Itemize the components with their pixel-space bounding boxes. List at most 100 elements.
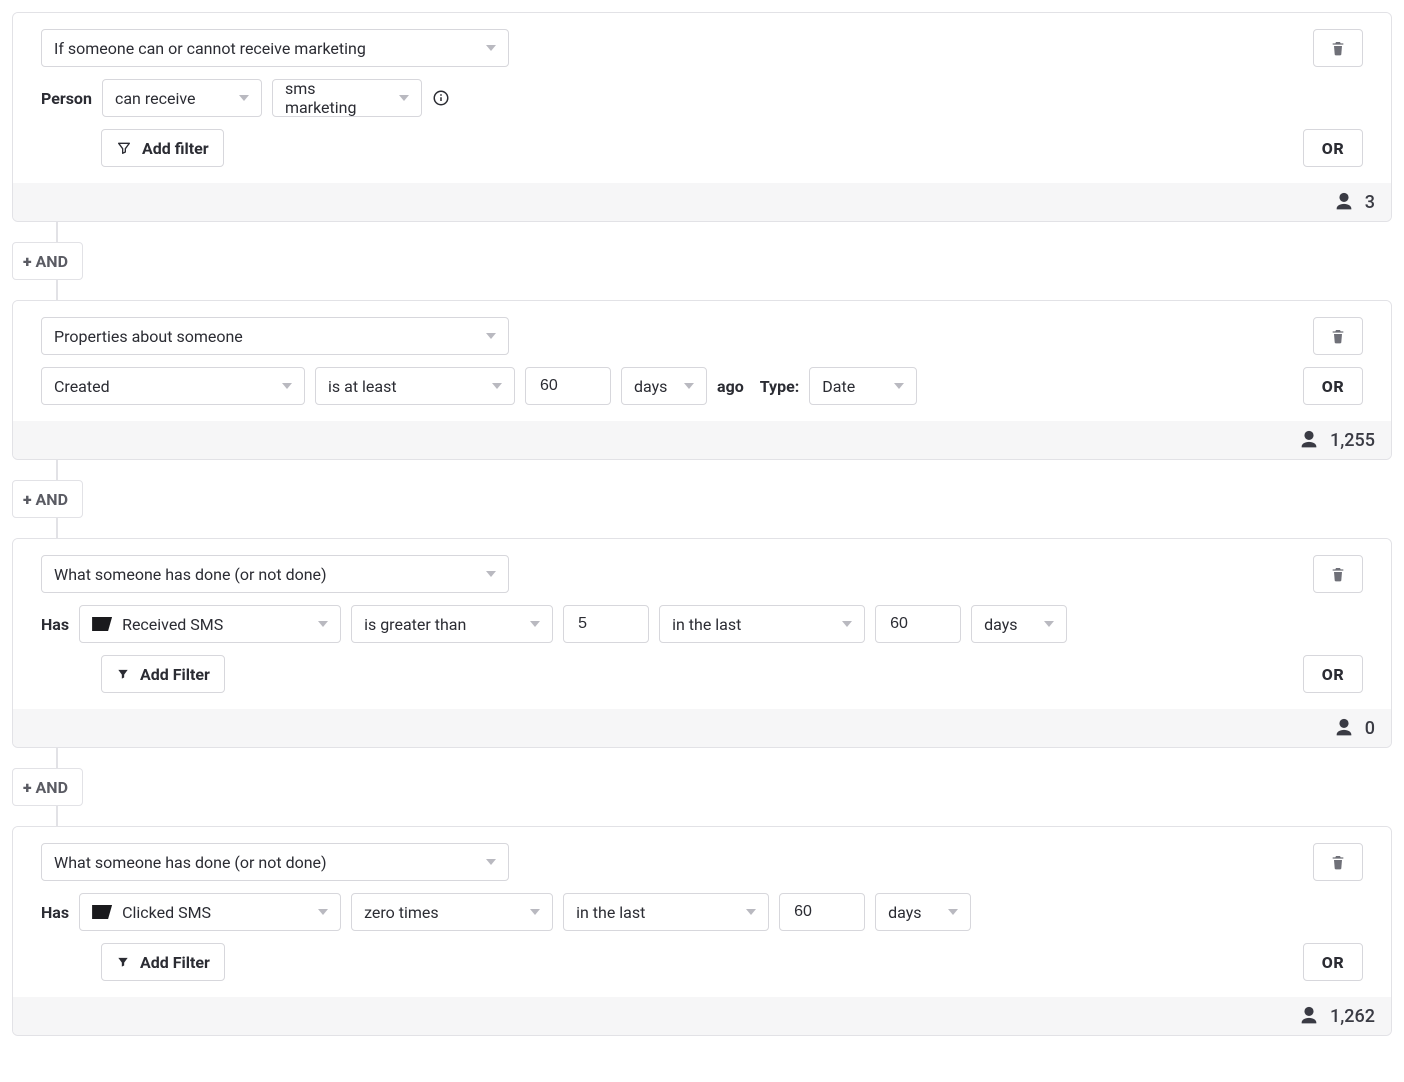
block-count-footer: 3 <box>13 183 1391 221</box>
property-select[interactable]: Created <box>41 367 305 405</box>
chevron-down-icon <box>239 95 249 101</box>
connector-line <box>56 222 1392 242</box>
select-value: What someone has done (or not done) <box>54 565 327 584</box>
delete-button[interactable] <box>1313 843 1363 881</box>
plus-icon: + <box>23 252 32 271</box>
chevron-down-icon <box>492 383 502 389</box>
trash-icon <box>1330 40 1346 56</box>
type-select[interactable]: Date <box>809 367 917 405</box>
chevron-down-icon <box>948 909 958 915</box>
add-filter-button[interactable]: Add Filter <box>101 655 225 693</box>
klaviyo-icon <box>92 905 112 919</box>
chevron-down-icon <box>684 383 694 389</box>
block-count-footer: 0 <box>13 709 1391 747</box>
operator-select[interactable]: is at least <box>315 367 515 405</box>
chevron-down-icon <box>318 909 328 915</box>
range-number-input-field[interactable] <box>888 606 948 642</box>
has-label: Has <box>41 903 69 922</box>
event-select[interactable]: Clicked SMS <box>79 893 341 931</box>
chevron-down-icon <box>842 621 852 627</box>
has-label: Has <box>41 615 69 634</box>
chevron-down-icon <box>894 383 904 389</box>
count-value: 3 <box>1365 192 1375 213</box>
chevron-down-icon <box>530 621 540 627</box>
and-button[interactable]: +AND <box>12 242 83 280</box>
chevron-down-icon <box>486 333 496 339</box>
filter-icon <box>116 667 130 681</box>
add-filter-label: Add Filter <box>140 953 210 972</box>
unit-select[interactable]: days <box>971 605 1067 643</box>
select-value: days <box>984 615 1017 634</box>
consent-select[interactable]: can receive <box>102 79 262 117</box>
event-select[interactable]: Received SMS <box>79 605 341 643</box>
condition-row: Personcan receivesms marketing <box>41 79 1363 117</box>
block-body: Properties about someone Created is at lea… <box>13 301 1391 421</box>
person-icon <box>1298 1005 1320 1027</box>
event-row: Has Clicked SMS zero times in the last days <box>41 893 1363 931</box>
consent-select[interactable]: sms marketing <box>272 79 422 117</box>
timerange-select[interactable]: in the last <box>659 605 865 643</box>
operator-select[interactable]: zero times <box>351 893 553 931</box>
and-connector-group: +AND <box>12 222 1392 300</box>
number-input-field[interactable] <box>538 368 598 404</box>
add-filter-row: Add Filter OR <box>101 943 1363 981</box>
person-icon <box>1333 191 1355 213</box>
range-number-input[interactable] <box>875 605 961 643</box>
connector-line <box>56 748 1392 768</box>
and-connector-group: +AND <box>12 748 1392 826</box>
number-input[interactable] <box>525 367 611 405</box>
chevron-down-icon <box>746 909 756 915</box>
count-input-field[interactable] <box>576 606 636 642</box>
connector-line <box>56 280 1392 300</box>
person-icon <box>1298 429 1320 451</box>
select-value: days <box>888 903 921 922</box>
delete-button[interactable] <box>1313 29 1363 67</box>
select-value: If someone can or cannot receive marketi… <box>54 39 366 58</box>
or-button[interactable]: OR <box>1303 367 1363 405</box>
definition-select[interactable]: What someone has done (or not done) <box>41 555 509 593</box>
definition-select[interactable]: Properties about someone <box>41 317 509 355</box>
operator-select[interactable]: is greater than <box>351 605 553 643</box>
person-icon <box>1333 717 1355 739</box>
or-slot: OR <box>1303 655 1363 693</box>
definition-select[interactable]: What someone has done (or not done) <box>41 843 509 881</box>
chevron-down-icon <box>486 859 496 865</box>
delete-button[interactable] <box>1313 317 1363 355</box>
block-count-footer: 1,255 <box>13 421 1391 459</box>
trash-icon <box>1330 854 1346 870</box>
range-number-input[interactable] <box>779 893 865 931</box>
or-button[interactable]: OR <box>1303 943 1363 981</box>
unit-select[interactable]: days <box>875 893 971 931</box>
and-button[interactable]: +AND <box>12 480 83 518</box>
delete-button[interactable] <box>1313 555 1363 593</box>
select-value: Properties about someone <box>54 327 243 346</box>
and-button[interactable]: +AND <box>12 768 83 806</box>
count-value: 1,262 <box>1330 1006 1375 1027</box>
condition-block: If someone can or cannot receive marketi… <box>12 12 1392 222</box>
select-value: Clicked SMS <box>122 903 211 922</box>
or-button[interactable]: OR <box>1303 129 1363 167</box>
block-top-row: What someone has done (or not done) <box>41 555 1363 593</box>
chevron-down-icon <box>399 95 409 101</box>
select-value: days <box>634 377 667 396</box>
condition-block: Properties about someone Created is at lea… <box>12 300 1392 460</box>
select-value: is at least <box>328 377 397 396</box>
block-top-row: What someone has done (or not done) <box>41 843 1363 881</box>
and-label: AND <box>36 490 68 509</box>
range-number-input-field[interactable] <box>792 894 852 930</box>
timerange-select[interactable]: in the last <box>563 893 769 931</box>
count-input[interactable] <box>563 605 649 643</box>
info-icon[interactable] <box>432 89 450 107</box>
chevron-down-icon <box>530 909 540 915</box>
block-count-footer: 1,262 <box>13 997 1391 1035</box>
block-top-row: Properties about someone <box>41 317 1363 355</box>
add-filter-button[interactable]: Add Filter <box>101 943 225 981</box>
select-value: What someone has done (or not done) <box>54 853 327 872</box>
or-button[interactable]: OR <box>1303 655 1363 693</box>
add-filter-label: Add filter <box>142 139 209 158</box>
unit-select[interactable]: days <box>621 367 707 405</box>
definition-select[interactable]: If someone can or cannot receive marketi… <box>41 29 509 67</box>
select-value: in the last <box>576 903 645 922</box>
add-filter-button[interactable]: Add filter <box>101 129 224 167</box>
and-label: AND <box>36 252 68 271</box>
